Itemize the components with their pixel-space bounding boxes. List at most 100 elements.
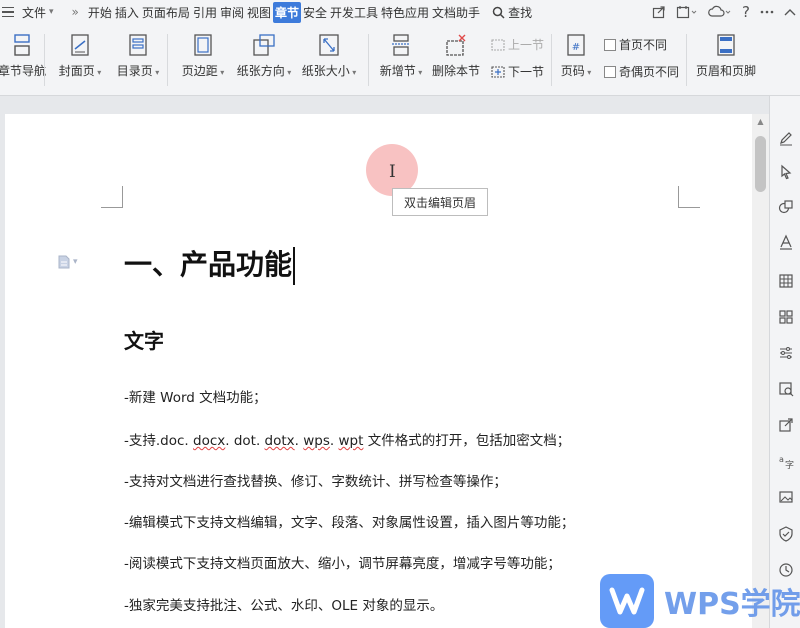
page-number-icon: # [567,34,585,56]
ribbon-divider [167,34,168,86]
tab-review[interactable]: 审阅 [219,1,245,24]
tab-special[interactable]: 特色应用 [380,1,430,24]
tab-page-layout[interactable]: 页面布局 [141,1,191,24]
orientation-button[interactable]: 纸张方向 ▾ [232,24,296,96]
paragraph-2-text: . [294,433,304,449]
document-area: I 双击编辑页眉 ▾ 一、产品功能 文字 -新建 Word 文档功能； -支持.… [0,96,800,628]
share-icon[interactable] [652,5,666,19]
svg-text:字: 字 [785,459,794,469]
file-menu-label: 文件 [22,5,47,20]
scroll-up-arrow-icon[interactable]: ▲ [752,114,769,128]
heading-2[interactable]: 文字 [124,325,164,354]
text-cursor-icon: I [389,162,396,182]
hamburger-menu-icon[interactable] [2,6,18,18]
right-sidebar: a字 [769,96,800,628]
prev-section-button[interactable]: 上一节 [491,36,551,53]
header-footer-label: 页眉和页脚 [695,64,756,78]
paragraph-handle[interactable]: ▾ [58,255,78,269]
paragraph-2[interactable]: -支持.doc. docx. dot. dotx. wps. wpt 文件格式的… [124,429,570,449]
grid-apps-icon[interactable] [777,308,795,326]
cover-page-icon [71,34,89,56]
page-number-button[interactable]: # 页码 ▾ [556,24,596,96]
page-number-label: 页码 [560,64,585,78]
chevron-down-icon: ▾ [284,68,292,77]
paper-size-label: 纸张大小 [301,64,350,78]
tab-insert[interactable]: 插入 [114,1,140,24]
checkbox-box [604,38,616,51]
collapse-ribbon-icon[interactable] [784,8,796,16]
chevron-down-icon: ▾ [94,68,102,77]
search-button[interactable]: 查找 [492,4,532,21]
wps-academy-watermark: WPS学院 [664,587,800,622]
paragraph-2-text: 文件格式的打开，包括加密文档； [363,433,571,449]
image-gallery-icon[interactable] [777,380,795,398]
tab-references[interactable]: 引用 [192,1,218,24]
paragraph-2-text: . dot. [225,433,265,449]
menu-tabs: 开始 插入 页面布局 引用 审阅 视图 章节 安全 开发工具 特色应用 文档助手 [87,1,482,24]
shield-icon[interactable] [777,525,795,543]
pen-icon[interactable] [777,129,795,147]
spelling-error: wpt [338,433,364,449]
header-edit-tooltip: 双击编辑页眉 [392,188,488,216]
search-icon [492,6,505,19]
next-section-icon [491,65,505,78]
tab-home[interactable]: 开始 [87,1,113,24]
export-share-icon[interactable] [777,416,795,434]
scrollbar-thumb[interactable] [755,136,766,192]
toc-page-button[interactable]: 目录页 ▾ [109,24,167,96]
cover-page-label: 封面页 [58,64,95,78]
cover-page-button[interactable]: 封面页 ▾ [51,24,109,96]
next-section-label: 下一节 [508,65,545,79]
heading-1[interactable]: 一、产品功能 [124,243,296,285]
paper-size-icon [319,34,339,56]
search-label: 查找 [508,5,533,20]
odd-even-diff-checkbox[interactable]: 奇偶页不同 [604,63,686,80]
history-icon[interactable] [676,5,698,19]
paragraph-4[interactable]: -编辑模式下支持文档编辑，文字、段落、对象属性设置，插入图片等功能； [124,511,574,531]
chevron-down-icon: ▾ [49,7,54,17]
chevron-down-icon: ▾ [217,68,225,77]
section-nav-button[interactable]: 章节导航 [0,24,47,96]
tab-security[interactable]: 安全 [302,1,328,24]
margins-button[interactable]: 页边距 ▾ [174,24,232,96]
cloud-sync-icon[interactable] [708,5,732,19]
paragraph-5[interactable]: -阅读模式下支持文档页面放大、缩小，调节屏幕亮度，增减字号等功能； [124,552,561,572]
paragraph-6[interactable]: -独家完美支持批注、公式、水印、OLE 对象的显示。 [124,594,443,614]
file-menu[interactable]: 文件 ▾ [22,4,62,21]
picture-icon[interactable] [777,488,795,506]
tab-view[interactable]: 视图 [246,1,272,24]
odd-even-diff-label: 奇偶页不同 [619,65,680,79]
new-section-button[interactable]: 新增节 ▾ [373,24,429,96]
svg-text:#: # [572,42,580,53]
shapes-icon[interactable] [777,198,795,216]
history-clock-icon[interactable] [777,561,795,579]
vertical-scrollbar[interactable]: ▲ [752,114,769,628]
tab-doc-assistant[interactable]: 文档助手 [431,1,481,24]
more-icon[interactable] [760,10,774,14]
translate-icon[interactable]: a字 [777,452,795,470]
first-page-diff-checkbox[interactable]: 首页不同 [604,36,686,53]
delete-section-label: 删除本节 [431,64,480,78]
tab-section[interactable]: 章节 [272,1,301,23]
help-icon[interactable]: ? [742,3,750,21]
checkbox-box [604,65,616,78]
delete-section-button[interactable]: 删除本节 [429,24,483,96]
tab-developer[interactable]: 开发工具 [329,1,379,24]
style-icon[interactable] [777,233,795,251]
spelling-error: dotx [264,433,295,449]
paragraph-1[interactable]: -新建 Word 文档功能； [124,386,267,406]
paragraph-3[interactable]: -支持对文档进行查找替换、修订、字数统计、拼写检查等操作； [124,470,507,490]
table-icon[interactable] [777,272,795,290]
select-pointer-icon[interactable] [777,163,795,181]
delete-section-icon [446,34,466,56]
document-page[interactable]: I 双击编辑页眉 ▾ 一、产品功能 文字 -新建 Word 文档功能； -支持.… [5,114,752,628]
paper-size-button[interactable]: 纸张大小 ▾ [296,24,362,96]
orientation-label: 纸张方向 [236,64,285,78]
prev-section-icon [491,38,505,51]
double-chevron-icon[interactable]: » [72,5,79,19]
adjust-sliders-icon[interactable] [777,344,795,362]
header-footer-button[interactable]: 页眉和页脚 [691,24,761,96]
paragraph-doc-icon [58,255,70,269]
next-section-button[interactable]: 下一节 [491,63,551,80]
section-nav-label: 章节导航 [0,64,47,78]
